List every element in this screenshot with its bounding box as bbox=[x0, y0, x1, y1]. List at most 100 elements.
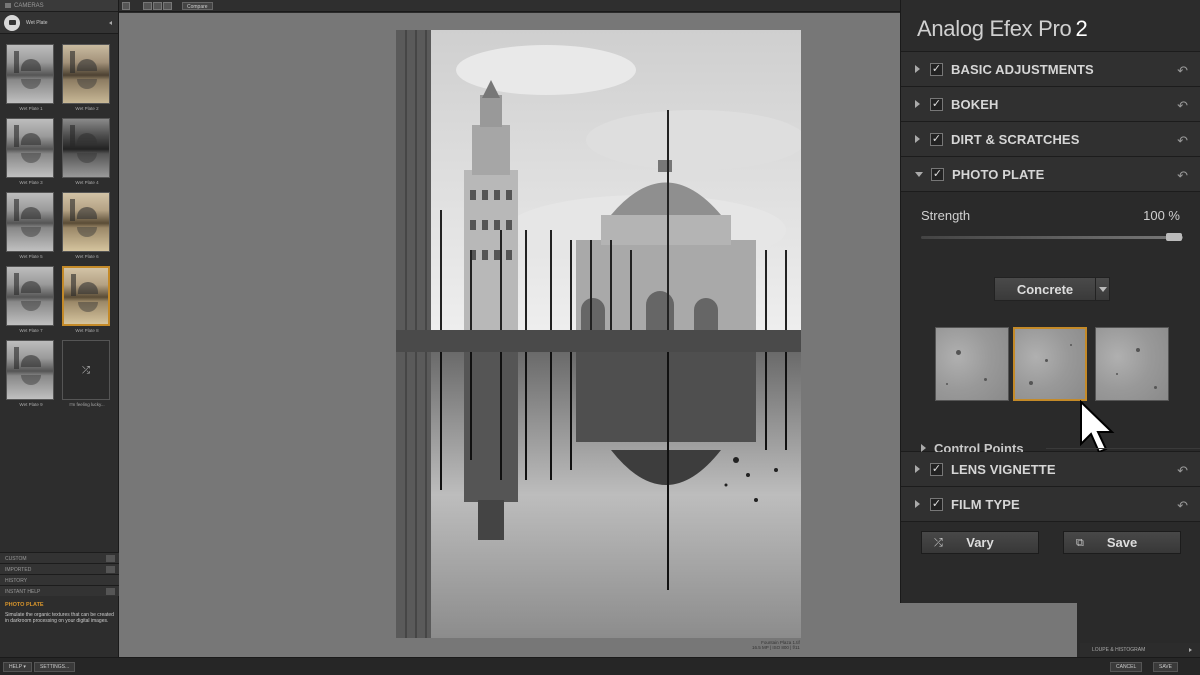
reset-icon[interactable]: ↶ bbox=[1177, 498, 1188, 514]
reset-icon[interactable]: ↶ bbox=[1177, 98, 1188, 114]
settings-button[interactable]: SETTINGS... bbox=[34, 662, 76, 672]
collapse-arrow-icon[interactable] bbox=[109, 21, 112, 25]
loupe-histogram-toggle[interactable]: LOUPE & HISTOGRAM bbox=[1080, 643, 1200, 657]
preset-thumbnail[interactable]: Wet Plate 9 bbox=[6, 340, 56, 407]
section-bokeh[interactable]: ✓ BOKEH ↶ bbox=[901, 87, 1200, 122]
strength-slider-handle[interactable] bbox=[1166, 233, 1182, 241]
thumbnail-shape bbox=[71, 274, 76, 296]
preset-thumbnail[interactable]: Wet Plate 5 bbox=[6, 192, 56, 259]
preset-selector[interactable]: Wet Plate bbox=[0, 12, 118, 34]
thumbnail-shape bbox=[78, 282, 98, 294]
action-buttons: ⤮ Vary ⧉ Save bbox=[901, 522, 1200, 562]
category-imported[interactable]: IMPORTED bbox=[0, 563, 119, 574]
category-label: CUSTOM bbox=[5, 556, 27, 562]
strength-label: Strength bbox=[921, 208, 971, 223]
section-dirt-scratches[interactable]: ✓ DIRT & SCRATCHES ↶ bbox=[901, 122, 1200, 157]
caption-details: 16.5 MP | ISO 800 | f/11 bbox=[752, 645, 800, 650]
right-panel: Analog Efex Pro 2 ✓ BASIC ADJUSTMENTS ↶ ✓… bbox=[900, 0, 1200, 603]
thumbnail-shape bbox=[21, 301, 41, 311]
section-photo-plate[interactable]: ✓ PHOTO PLATE ↶ bbox=[901, 157, 1200, 192]
cancel-button[interactable]: CANCEL bbox=[1110, 662, 1143, 672]
thumbnail-image bbox=[62, 192, 110, 252]
add-icon[interactable] bbox=[106, 555, 115, 562]
thumbnail-shape bbox=[77, 59, 97, 71]
thumbnail-shape bbox=[14, 51, 19, 73]
preset-save-icon: ⧉ bbox=[1076, 536, 1084, 549]
section-label: BASIC ADJUSTMENTS bbox=[951, 61, 1094, 77]
preset-thumbnail[interactable]: Wet Plate 3 bbox=[6, 118, 56, 185]
thumbnail-shape bbox=[14, 125, 19, 147]
thumbnail-label: Wet Plate 6 bbox=[75, 254, 99, 259]
enable-checkbox[interactable]: ✓ bbox=[930, 462, 943, 476]
preset-thumbnail[interactable]: Wet Plate 7 bbox=[6, 266, 56, 333]
category-label: IMPORTED bbox=[5, 567, 32, 573]
preview-image[interactable] bbox=[396, 30, 801, 638]
section-label: BOKEH bbox=[951, 96, 999, 112]
enable-checkbox[interactable]: ✓ bbox=[930, 97, 943, 111]
expand-triangle-icon[interactable] bbox=[915, 465, 920, 473]
expand-triangle-icon[interactable] bbox=[915, 65, 920, 73]
expand-icon[interactable] bbox=[106, 588, 115, 595]
preset-thumbnail[interactable]: Wet Plate 2 bbox=[62, 44, 112, 111]
collapse-triangle-icon[interactable] bbox=[915, 171, 923, 177]
thumbnail-image bbox=[62, 118, 110, 178]
preset-thumbnail[interactable]: ⤮ I'm feeling lucky... bbox=[62, 340, 112, 407]
texture-option-1[interactable] bbox=[935, 327, 1009, 401]
expand-triangle-icon[interactable] bbox=[915, 135, 920, 143]
texture-option-2[interactable] bbox=[1013, 327, 1087, 401]
category-history[interactable]: HISTORY bbox=[0, 574, 119, 585]
left-sidebar: CAMERAS Wet Plate Wet Plate 1 Wet Plate 2… bbox=[0, 0, 119, 657]
photo-plate-controls: Strength 100 % Concrete Control Points bbox=[901, 192, 1200, 456]
help-button[interactable]: HELP ▾ bbox=[3, 662, 32, 672]
texture-type-dropdown[interactable]: Concrete bbox=[994, 277, 1110, 301]
view-mode-group bbox=[142, 1, 172, 10]
preset-thumbnail[interactable]: Wet Plate 4 bbox=[62, 118, 112, 185]
expand-triangle-icon bbox=[1189, 648, 1192, 652]
expand-triangle-icon[interactable] bbox=[915, 500, 920, 508]
preset-thumbnail[interactable]: Wet Plate 1 bbox=[6, 44, 56, 111]
reset-icon[interactable]: ↶ bbox=[1177, 133, 1188, 149]
help-label: HELP bbox=[9, 664, 22, 670]
vary-button[interactable]: ⤮ Vary bbox=[921, 530, 1039, 554]
section-basic-adjustments[interactable]: ✓ BASIC ADJUSTMENTS ↶ bbox=[901, 52, 1200, 87]
thumbnail-shape bbox=[21, 375, 41, 385]
loupe-label: LOUPE & HISTOGRAM bbox=[1092, 647, 1146, 653]
vary-label: Vary bbox=[966, 534, 994, 550]
add-icon[interactable] bbox=[106, 566, 115, 573]
section-label: LENS VIGNETTE bbox=[951, 461, 1056, 477]
thumbnail-shape bbox=[21, 59, 41, 71]
enable-checkbox[interactable]: ✓ bbox=[930, 132, 943, 146]
reset-icon[interactable]: ↶ bbox=[1177, 168, 1188, 184]
thumbnail-label: Wet Plate 3 bbox=[19, 180, 43, 185]
strength-slider[interactable] bbox=[921, 236, 1183, 239]
preset-thumbnail[interactable]: Wet Plate 6 bbox=[62, 192, 112, 259]
save-preset-button[interactable]: ⧉ Save bbox=[1063, 530, 1181, 554]
split-view-icon[interactable] bbox=[153, 1, 162, 10]
enable-checkbox[interactable]: ✓ bbox=[931, 167, 944, 181]
cameras-header[interactable]: CAMERAS bbox=[0, 0, 118, 12]
compare-button[interactable]: Compare bbox=[182, 1, 213, 10]
enable-checkbox[interactable]: ✓ bbox=[930, 497, 943, 511]
expand-triangle-icon[interactable] bbox=[915, 100, 920, 108]
single-view-icon[interactable] bbox=[143, 1, 152, 10]
texture-option-3[interactable] bbox=[1095, 327, 1169, 401]
enable-checkbox[interactable]: ✓ bbox=[930, 62, 943, 76]
preset-thumbnail[interactable]: Wet Plate 8 bbox=[62, 266, 112, 333]
dropdown-arrow-icon[interactable] bbox=[1095, 278, 1109, 300]
section-film-type[interactable]: ✓ FILM TYPE ↶ bbox=[901, 487, 1200, 522]
texture-speck bbox=[1136, 348, 1140, 352]
side-by-side-icon[interactable] bbox=[163, 1, 172, 10]
reset-icon[interactable]: ↶ bbox=[1177, 63, 1188, 79]
sidebar-toggle-icon[interactable] bbox=[122, 1, 130, 10]
reset-icon[interactable]: ↶ bbox=[1177, 463, 1188, 479]
save-button[interactable]: SAVE bbox=[1153, 662, 1178, 672]
shuffle-icon: ⤮ bbox=[62, 340, 110, 400]
category-instant-help[interactable]: INSTANT HELP bbox=[0, 585, 119, 596]
expand-triangle-icon[interactable] bbox=[921, 444, 926, 452]
thumbnail-label: Wet Plate 5 bbox=[19, 254, 43, 259]
thumbnail-image bbox=[6, 266, 54, 326]
section-lens-vignette[interactable]: ✓ LENS VIGNETTE ↶ bbox=[901, 452, 1200, 487]
thumbnail-label: Wet Plate 4 bbox=[75, 180, 99, 185]
thumbnail-shape bbox=[77, 153, 97, 163]
category-custom[interactable]: CUSTOM bbox=[0, 552, 119, 563]
